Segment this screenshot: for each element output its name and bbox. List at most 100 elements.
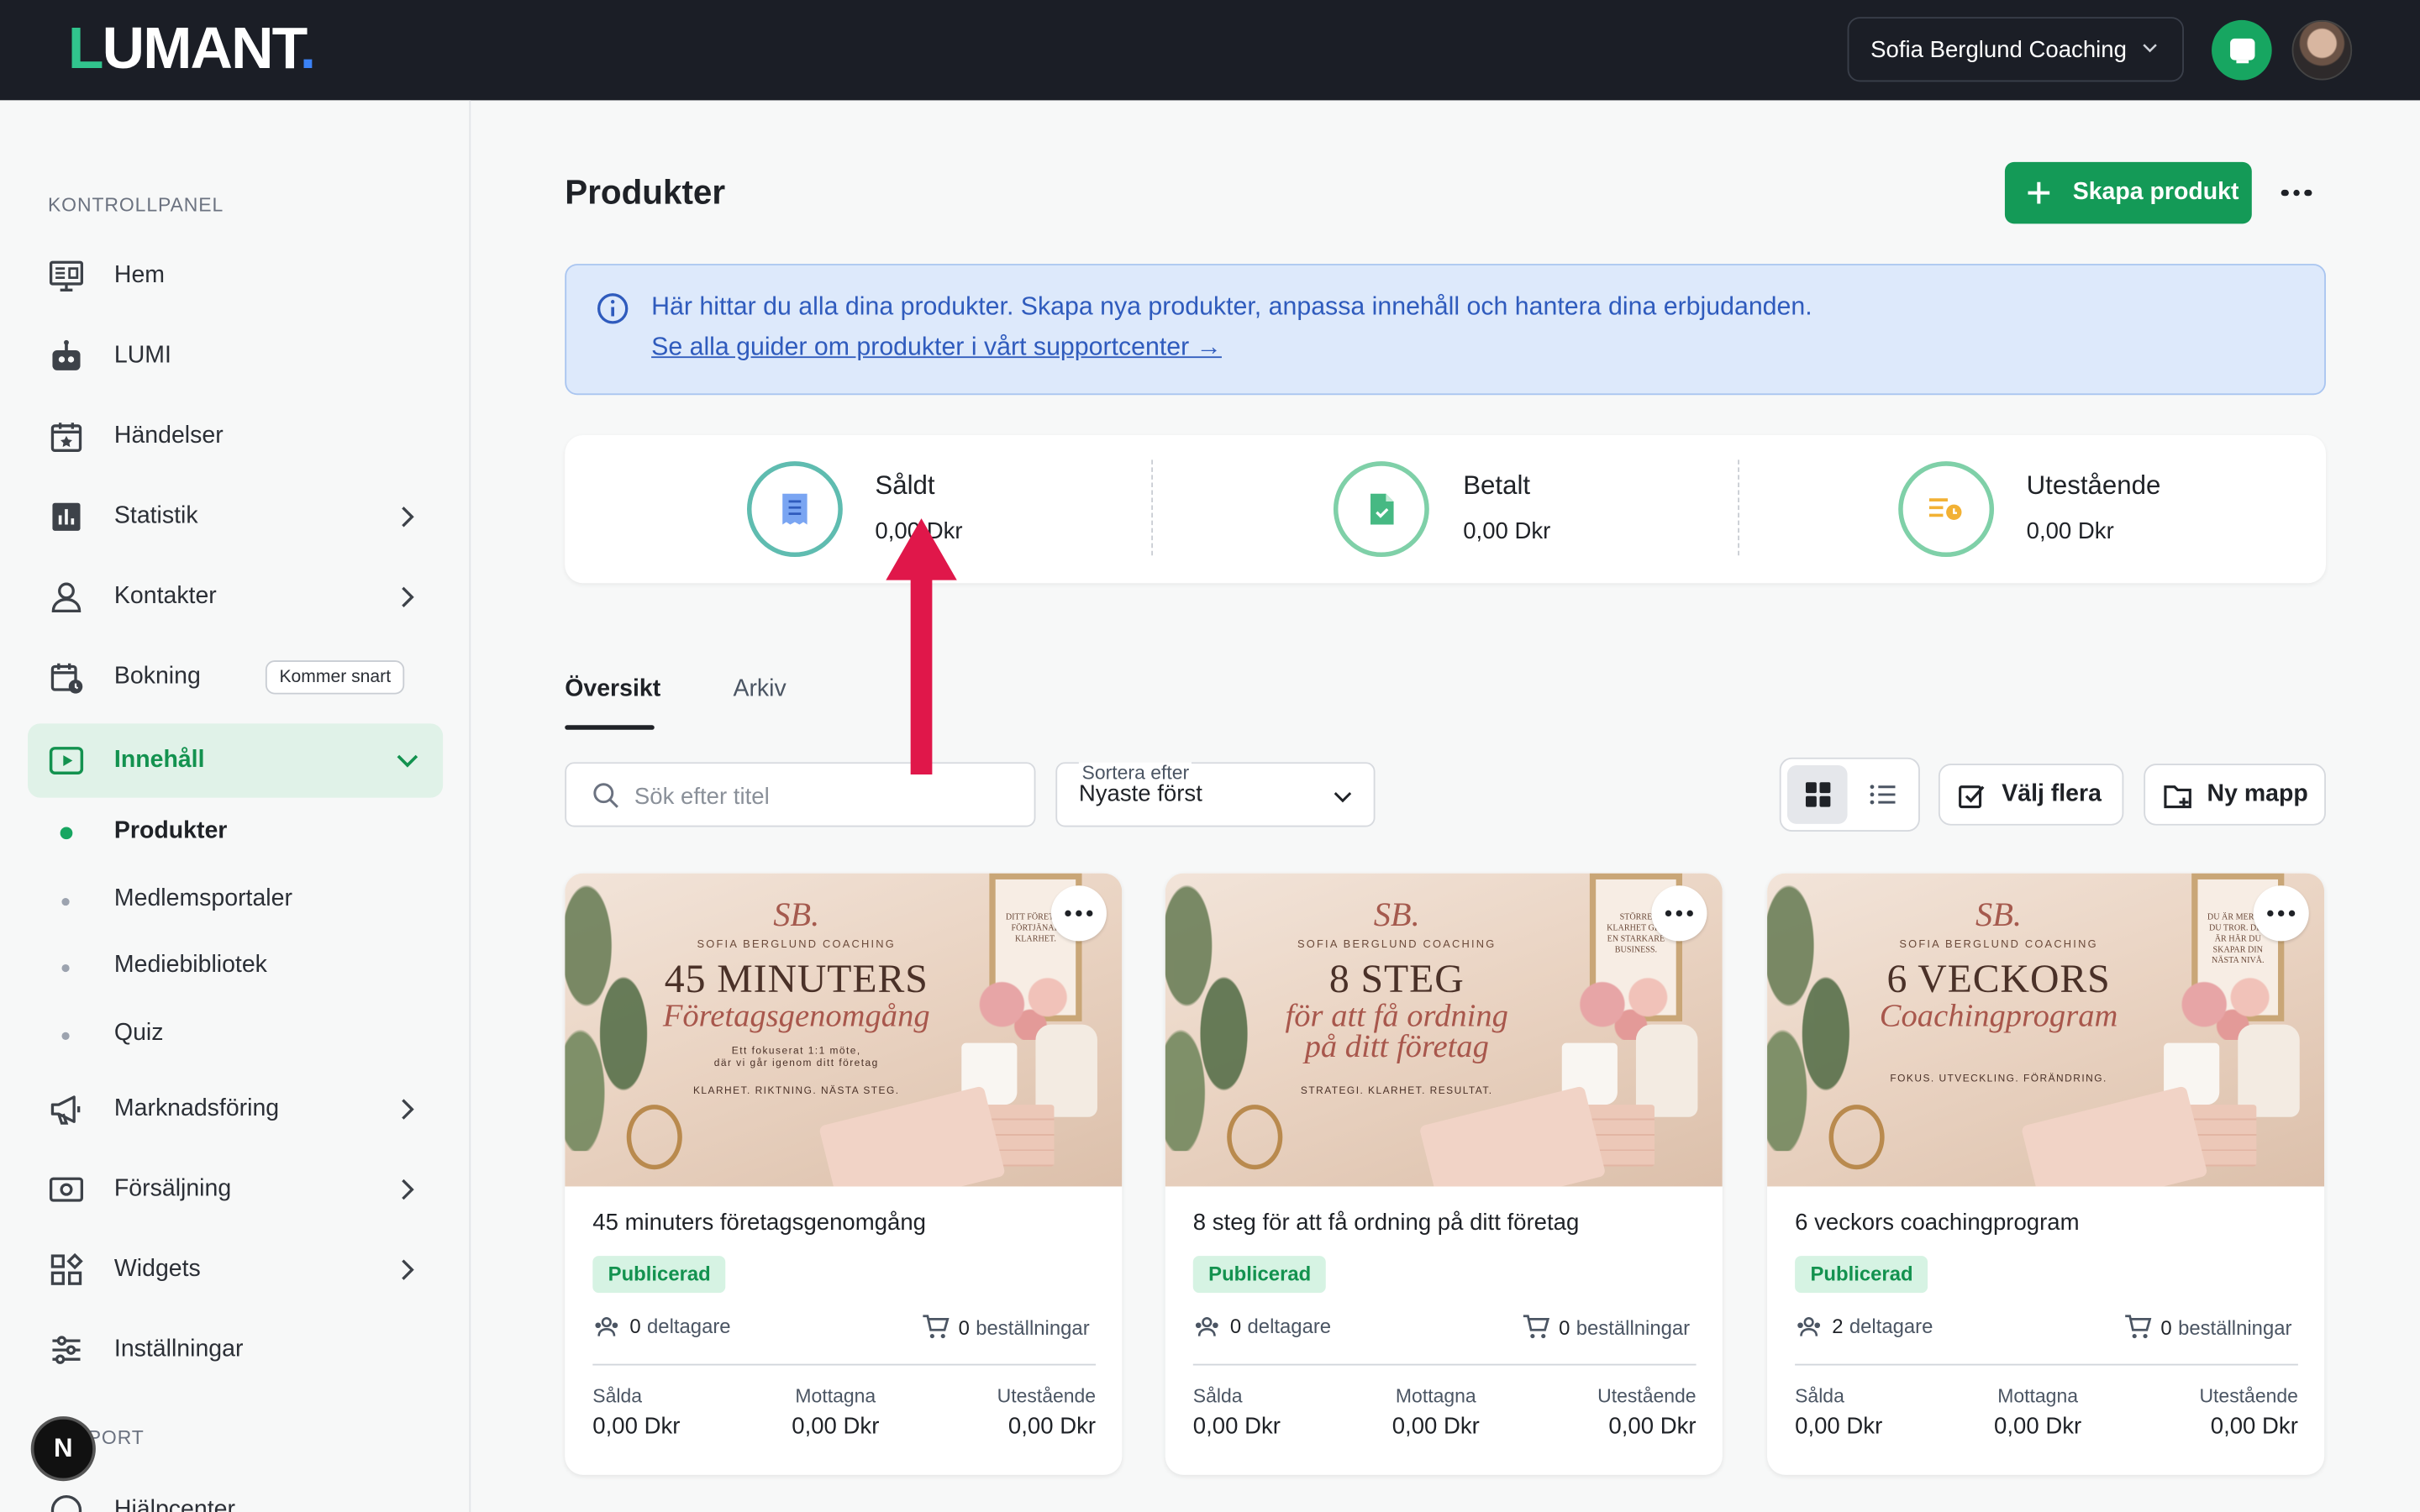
create-product-button[interactable]: Skapa produkt xyxy=(2004,161,2252,224)
sidebar: KONTROLLPANEL Hem LUMI Händelser Statist… xyxy=(0,100,471,1512)
tab-arkiv[interactable]: Arkiv xyxy=(733,675,786,703)
card-menu-button[interactable] xyxy=(2253,885,2309,942)
stat-outstanding: Utestående 0,00 Dkr xyxy=(1738,435,2326,583)
megaphone-icon xyxy=(50,1095,81,1125)
active-tab-indicator xyxy=(565,725,655,730)
coming-soon-badge: Kommer snart xyxy=(265,660,405,695)
organization-select[interactable]: Sofia Berglund Coaching xyxy=(1847,17,2184,82)
stat-sold: Såldt 0,00 Dkr xyxy=(565,435,1151,583)
card-menu-button[interactable] xyxy=(1651,885,1707,942)
annotation-arrow-icon xyxy=(886,518,957,775)
sidebar-subitem-medlemsportaler[interactable]: Medlemsportaler xyxy=(28,874,443,929)
product-title[interactable]: 8 steg för att få ordning på ditt företa… xyxy=(1193,1210,1579,1236)
view-toggle xyxy=(1779,757,1920,832)
stat-icon-ring xyxy=(746,461,843,558)
sold-column: Sålda 0,00 Dkr xyxy=(1192,1385,1281,1440)
sidebar-item-label: Widgets xyxy=(113,1256,201,1283)
search-box xyxy=(565,762,1036,827)
sidebar-subitem-mediebibliotek[interactable]: Mediebibliotek xyxy=(28,940,443,995)
sidebar-item-marknadsforing[interactable]: Marknadsföring xyxy=(28,1073,443,1147)
info-icon xyxy=(597,293,629,324)
pending-list-icon xyxy=(1928,498,1962,520)
sidebar-subitem-quiz[interactable]: Quiz xyxy=(28,1007,443,1063)
select-many-button[interactable]: Välj flera xyxy=(1938,764,2124,826)
chevron-down-icon xyxy=(1334,792,1352,803)
document-check-icon xyxy=(1370,493,1394,525)
sidebar-item-widgets[interactable]: Widgets xyxy=(28,1233,443,1307)
chevron-right-icon xyxy=(402,1259,414,1280)
product-thumbnail: DITT FÖRETAG FÖRTJÄNAR KLARHET. SB. SOFI… xyxy=(565,873,1123,1187)
card-menu-button[interactable] xyxy=(1050,885,1107,942)
chevron-right-icon xyxy=(402,1099,414,1120)
stat-icon-ring xyxy=(1898,461,1995,558)
sidebar-item-hjalpcenter[interactable]: Hjälpcenter xyxy=(28,1473,443,1512)
more-options-button[interactable] xyxy=(2275,173,2317,213)
play-square-icon xyxy=(49,747,84,774)
sidebar-item-hem[interactable]: Hem xyxy=(28,239,443,313)
chat-button[interactable] xyxy=(2212,19,2272,81)
sidebar-item-installningar[interactable]: Inställningar xyxy=(28,1313,443,1387)
list-view-button[interactable] xyxy=(1852,765,1912,824)
sidebar-item-forsaljning[interactable]: Försäljning xyxy=(28,1152,443,1226)
received-column: Mottagna 0,00 Dkr xyxy=(792,1385,880,1440)
received-column: Mottagna 0,00 Dkr xyxy=(1392,1385,1480,1440)
users-icon xyxy=(595,1316,618,1336)
status-badge: Publicerad xyxy=(592,1256,727,1294)
product-thumbnail: DU ÄR MER ÄN DU TROR. DET ÄR HÄR DU SKAP… xyxy=(1767,873,2325,1187)
product-card[interactable]: DU ÄR MER ÄN DU TROR. DET ÄR HÄR DU SKAP… xyxy=(1767,873,2325,1475)
product-title[interactable]: 45 minuters företagsgenomgång xyxy=(592,1210,926,1236)
list-icon xyxy=(1869,785,1895,805)
sort-value: Nyaste först xyxy=(1078,780,1202,807)
sidebar-item-statistik[interactable]: Statistik xyxy=(28,480,443,554)
bullet xyxy=(61,963,70,973)
help-circle-icon xyxy=(50,1494,82,1512)
plus-icon xyxy=(2028,181,2050,204)
sidebar-item-bokning[interactable]: Bokning Kommer snart xyxy=(28,640,443,714)
sidebar-subitem-produkter[interactable]: Produkter xyxy=(28,806,443,861)
stat-value: 0,00 Dkr xyxy=(2026,518,2114,545)
divider xyxy=(1192,1363,1697,1366)
person-icon xyxy=(51,582,82,613)
product-card[interactable]: DITT FÖRETAG FÖRTJÄNAR KLARHET. SB. SOFI… xyxy=(565,873,1123,1475)
stat-name: Betalt xyxy=(1463,470,1531,501)
top-bar: LUMANT. Sofia Berglund Coaching xyxy=(0,0,2420,101)
n-floating-button[interactable]: N xyxy=(30,1416,96,1482)
checkbox-multiple-icon xyxy=(1959,785,1985,809)
info-text: Här hittar du alla dina produkter. Skapa… xyxy=(651,292,1812,322)
robot-icon xyxy=(52,339,81,370)
new-folder-button[interactable]: Ny mapp xyxy=(2144,764,2326,826)
product-title[interactable]: 6 veckors coachingprogram xyxy=(1795,1210,2079,1236)
sidebar-item-lumi[interactable]: LUMI xyxy=(28,319,443,393)
sidebar-subitem-label: Medlemsportaler xyxy=(113,885,292,912)
grid-view-button[interactable] xyxy=(1786,765,1848,824)
divider xyxy=(1795,1363,2298,1366)
search-input[interactable] xyxy=(634,779,1005,813)
calendar-star-icon xyxy=(50,423,82,452)
users-icon xyxy=(1195,1316,1218,1336)
sidebar-item-label: LUMI xyxy=(113,342,171,369)
folder-plus-icon xyxy=(2164,785,2191,809)
stat-name: Utestående xyxy=(2026,470,2161,501)
product-card[interactable]: STÖRRE KLARHET GER EN STARKARE BUSINESS.… xyxy=(1165,873,1723,1475)
sidebar-item-handelser[interactable]: Händelser xyxy=(28,400,443,474)
sort-select[interactable]: Sortera efter Nyaste först xyxy=(1055,762,1376,827)
user-avatar[interactable] xyxy=(2291,19,2353,81)
sidebar-item-innehall[interactable]: Innehåll xyxy=(28,723,444,798)
received-column: Mottagna 0,00 Dkr xyxy=(1994,1385,2082,1440)
create-product-label: Skapa produkt xyxy=(2072,179,2239,206)
sold-column: Sålda 0,00 Dkr xyxy=(1795,1385,1883,1440)
status-badge: Publicerad xyxy=(1192,1256,1327,1294)
chevron-down-icon xyxy=(2143,44,2157,53)
sidebar-item-label: Händelser xyxy=(113,423,224,449)
sidebar-item-kontakter[interactable]: Kontakter xyxy=(28,560,443,634)
chevron-right-icon xyxy=(402,1179,414,1200)
support-guides-link[interactable]: Se alla guider om produkter i vårt suppo… xyxy=(651,333,1222,363)
chevron-right-icon xyxy=(402,507,414,528)
sidebar-section-heading: KONTROLLPANEL xyxy=(47,194,224,217)
sidebar-item-label: Hem xyxy=(113,262,166,289)
sidebar-item-label: Innehåll xyxy=(113,746,205,774)
cart-icon xyxy=(1523,1315,1550,1339)
bar-chart-icon xyxy=(52,502,81,531)
tab-oversikt[interactable]: Översikt xyxy=(565,675,660,703)
lumant-logo[interactable]: LUMANT. xyxy=(68,18,316,80)
